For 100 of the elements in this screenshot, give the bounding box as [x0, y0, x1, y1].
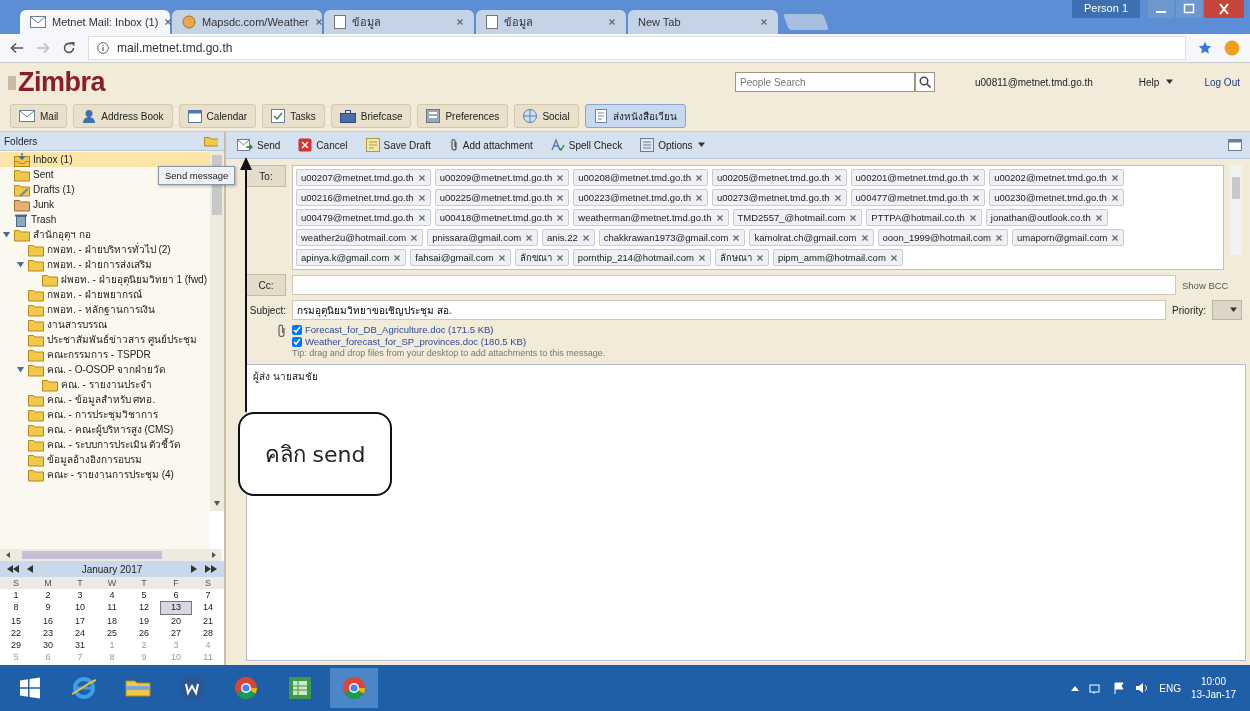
folder-item[interactable]: สำนักอุตุฯ กอ: [0, 227, 210, 242]
recipient-chip[interactable]: PTTPA@hotmail.co.th: [866, 209, 982, 226]
close-icon[interactable]: [164, 18, 173, 26]
close-icon[interactable]: [314, 18, 323, 26]
remove-icon[interactable]: [694, 193, 703, 202]
show-bcc-link[interactable]: Show BCC: [1182, 279, 1242, 291]
folder-item[interactable]: Inbox (1): [0, 152, 210, 167]
folder-item[interactable]: คณ. - รายงานประจำ: [0, 377, 210, 392]
calendar-day[interactable]: 26: [128, 627, 160, 639]
folder-item[interactable]: คณ. - คณะผู้บริหารสูง (CMS): [0, 422, 210, 437]
remove-icon[interactable]: [994, 233, 1003, 242]
calendar-day[interactable]: 20: [160, 615, 192, 627]
attachment-link[interactable]: Weather_forecast_for_SP_provinces.doc (180.5 KB): [305, 336, 527, 347]
recipient-chip[interactable]: pornthip_214@hotmail.com: [572, 249, 711, 266]
help-menu[interactable]: Help: [1132, 75, 1181, 89]
calendar-day[interactable]: 18: [96, 615, 128, 627]
remove-icon[interactable]: [525, 233, 534, 242]
remove-icon[interactable]: [556, 193, 565, 202]
remove-icon[interactable]: [697, 253, 706, 262]
calendar-day[interactable]: 17: [64, 615, 96, 627]
folder-item[interactable]: คณ. - ระบบการประเมิน ตัวชี้วัด: [0, 437, 210, 452]
recipient-chip[interactable]: u00205@metnet.tmd.go.th: [711, 169, 847, 186]
calendar-day[interactable]: 12: [128, 601, 160, 613]
toolbar-button[interactable]: Save Draft: [358, 134, 438, 156]
close-icon[interactable]: [1204, 0, 1244, 18]
toolbar-button[interactable]: Add attachment: [441, 134, 540, 156]
caret-up-icon[interactable]: [1071, 685, 1080, 691]
folder-item[interactable]: ประชาสัมพันธ์ข่าวสาร ศูนย์ประชุม: [0, 332, 210, 347]
window-icon[interactable]: [1228, 139, 1242, 151]
profile-button[interactable]: Person 1: [1071, 0, 1140, 18]
toolbar-button[interactable]: Options: [633, 134, 713, 156]
app-tab[interactable]: Social: [514, 104, 579, 128]
back-arrow-icon[interactable]: [10, 42, 24, 54]
app-tab[interactable]: Tasks: [262, 104, 325, 128]
calendar-day[interactable]: 3: [64, 589, 96, 601]
speaker-icon[interactable]: [1135, 682, 1150, 694]
calendar-day[interactable]: 13: [160, 601, 192, 615]
remove-icon[interactable]: [417, 173, 426, 182]
recipient-chip[interactable]: u00216@metnet.tmd.go.th: [296, 189, 431, 206]
remove-icon[interactable]: [1110, 193, 1119, 202]
cc-field[interactable]: [292, 275, 1176, 295]
recipient-chip[interactable]: u00230@metnet.tmd.go.th: [989, 189, 1124, 206]
search-field[interactable]: People Search: [735, 72, 915, 92]
folder-item[interactable]: คณ. - การประชุมวิชาการ: [0, 407, 210, 422]
recipient-chip[interactable]: u00201@metnet.tmd.go.th: [850, 169, 986, 186]
calendar-day[interactable]: 19: [128, 615, 160, 627]
star-icon[interactable]: [1198, 41, 1212, 55]
calendar-day[interactable]: 31: [64, 639, 96, 651]
calendar-day[interactable]: 8: [0, 601, 32, 613]
minimize-icon[interactable]: [1148, 0, 1174, 18]
cc-button[interactable]: Cc:: [246, 274, 286, 296]
browser-tab[interactable]: Mapsdc.com/Weather: [172, 10, 322, 34]
remove-icon[interactable]: [694, 173, 703, 182]
subject-field[interactable]: กรมอุตุนิยมวิทยาขอเชิญประชุม สอ.: [292, 300, 1167, 320]
folder-item[interactable]: Junk: [0, 197, 210, 212]
recipient-chip[interactable]: chakkrawan1973@gmail.com: [598, 229, 746, 246]
calendar-day[interactable]: 10: [64, 601, 96, 613]
remove-icon[interactable]: [860, 233, 869, 242]
recipient-chip[interactable]: umaporn@gmail.com: [1011, 229, 1125, 246]
remove-icon[interactable]: [889, 253, 898, 262]
remove-icon[interactable]: [732, 233, 741, 242]
calendar-day[interactable]: 23: [32, 627, 64, 639]
browser-tab[interactable]: Metnet Mail: Inbox (1): [20, 10, 170, 34]
remove-icon[interactable]: [417, 213, 426, 222]
toolbar-button[interactable]: Spell Check: [543, 134, 630, 156]
remove-icon[interactable]: [581, 233, 590, 242]
expand-arrow-icon[interactable]: [2, 230, 11, 239]
browser-tab[interactable]: ข้อมูล: [324, 10, 474, 34]
calendar-day[interactable]: 11: [96, 601, 128, 613]
recipients-field[interactable]: [292, 165, 1224, 270]
calendar-day[interactable]: 1: [0, 589, 32, 601]
recipient-chip[interactable]: u00273@metnet.tmd.go.th: [711, 189, 847, 206]
folder-item[interactable]: คณะ - รายงานการประชุม (4): [0, 467, 210, 482]
recipient-chip[interactable]: TMD2557_@hotmail.com: [732, 209, 863, 226]
recipient-chip[interactable]: u00207@metnet.tmd.go.th: [296, 169, 431, 186]
recipient-chip[interactable]: u00225@metnet.tmd.go.th: [434, 189, 570, 206]
recipient-chip[interactable]: weather2u@hotmail.com: [296, 229, 424, 246]
calendar-day[interactable]: 5: [128, 589, 160, 601]
calendar-day[interactable]: 22: [0, 627, 32, 639]
to-button[interactable]: To:: [246, 165, 286, 187]
folder-item[interactable]: งานสารบรรณ: [0, 317, 210, 332]
folder-item[interactable]: กพอท. - ฝ่ายการส่งเสริม: [0, 257, 210, 272]
recipient-chip[interactable]: pipm_amm@hotmail.com: [772, 249, 903, 266]
remove-icon[interactable]: [555, 253, 564, 262]
folder-item[interactable]: Trash: [0, 212, 210, 227]
browser-tab[interactable]: New Tab: [628, 10, 778, 34]
remove-icon[interactable]: [968, 213, 977, 222]
remove-icon[interactable]: [755, 253, 764, 262]
recipient-chip[interactable]: u00477@metnet.tmd.go.th: [850, 189, 986, 206]
app-tab[interactable]: Preferences: [417, 104, 509, 128]
expand-arrow-icon[interactable]: [16, 260, 25, 269]
calendar-day[interactable]: 29: [0, 639, 32, 651]
recipient-chip[interactable]: ooon_1999@hotmail.com: [877, 229, 1008, 246]
calendar-day[interactable]: 6: [160, 589, 192, 601]
calendar-day[interactable]: 2: [32, 589, 64, 601]
folder-item[interactable]: กพอท. - ฝ่ายบริหารทั่วไป (2): [0, 242, 210, 257]
folder-item[interactable]: คณ. - ข้อมูลสำหรับ ศทอ.: [0, 392, 210, 407]
app-tab[interactable]: Mail: [10, 104, 68, 128]
calendar-day[interactable]: 15: [0, 615, 32, 627]
remove-icon[interactable]: [417, 193, 426, 202]
